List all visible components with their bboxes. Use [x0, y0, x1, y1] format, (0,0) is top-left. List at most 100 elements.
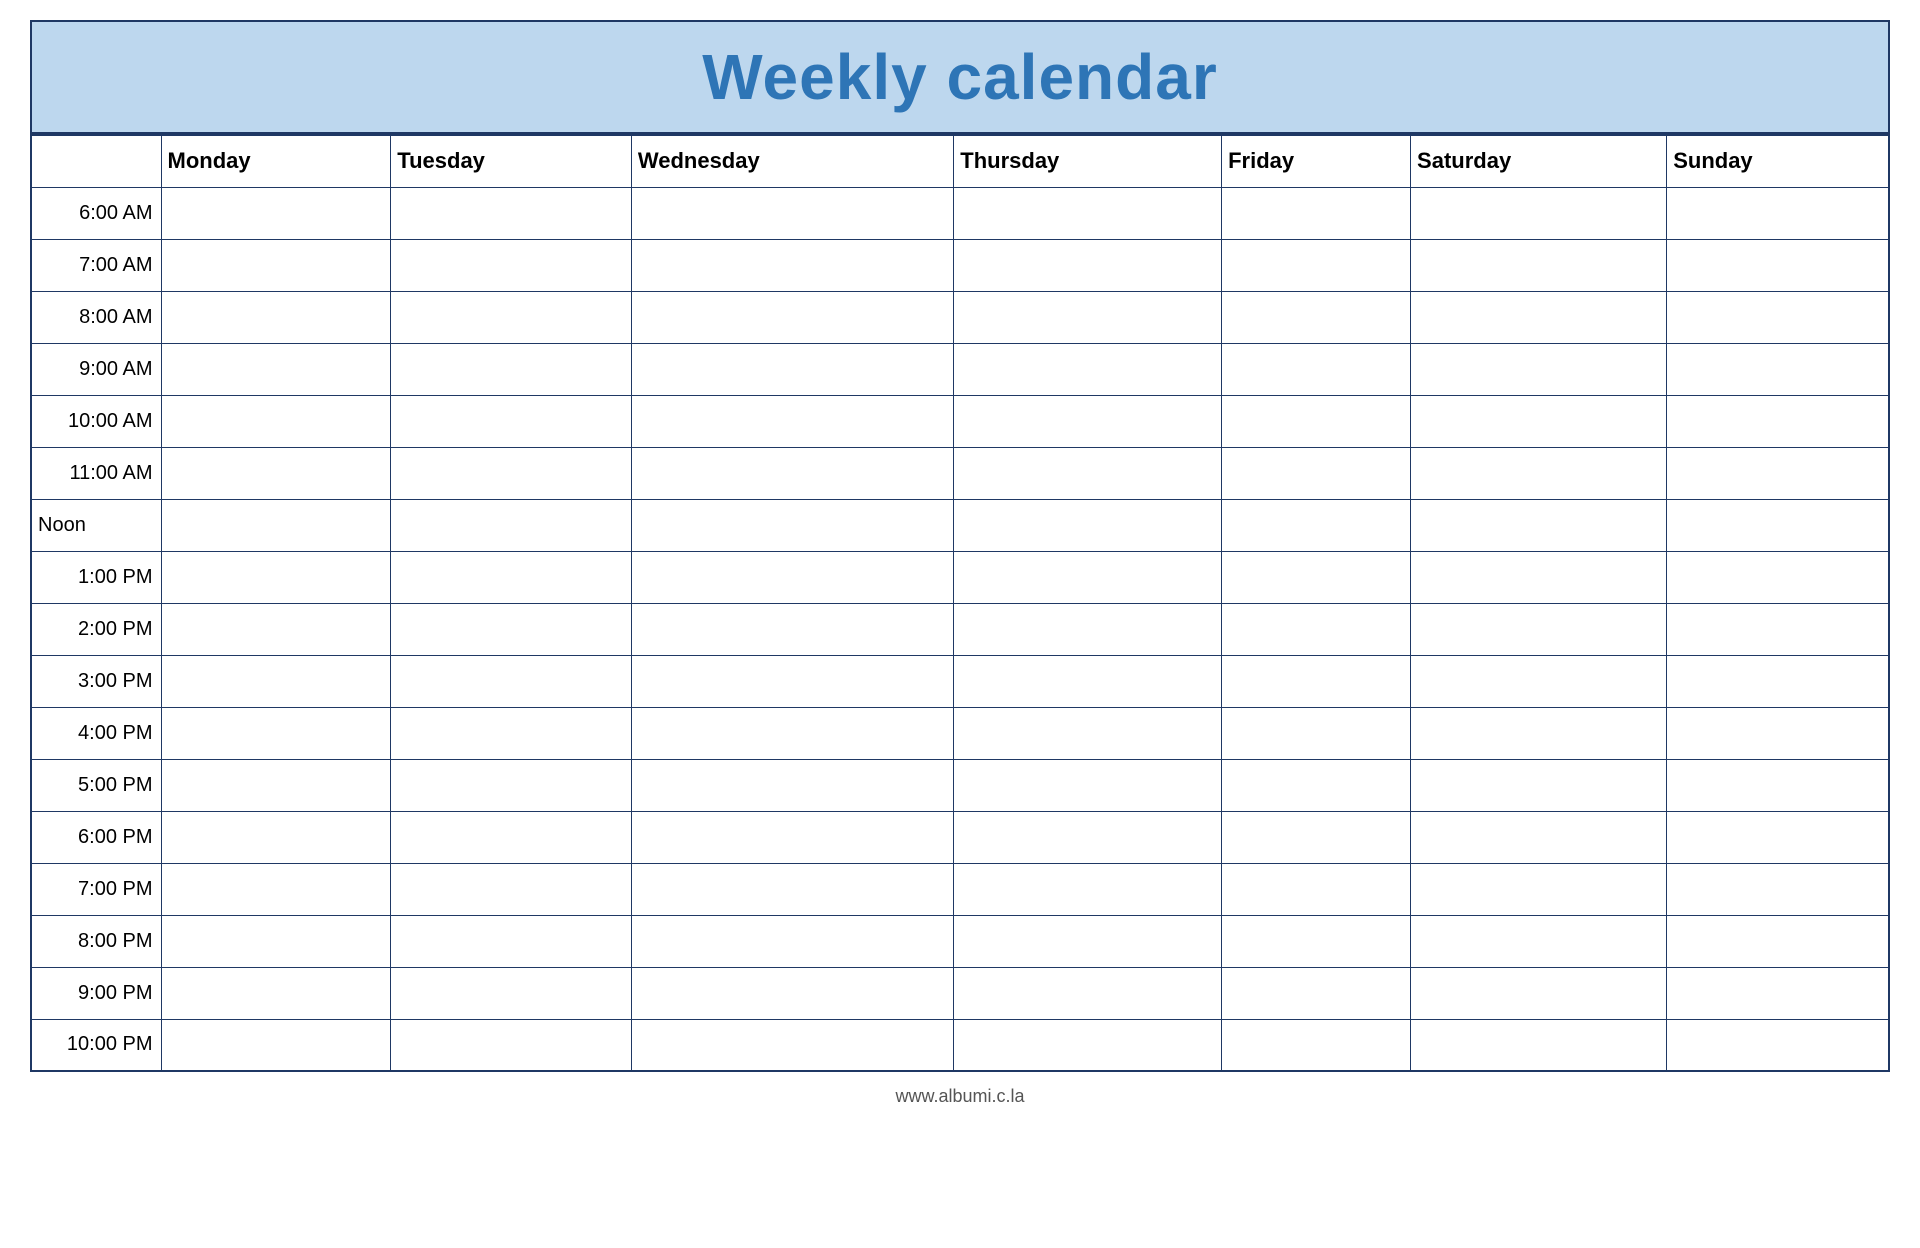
- calendar-cell[interactable]: [1411, 863, 1667, 915]
- calendar-cell[interactable]: [391, 187, 632, 239]
- calendar-cell[interactable]: [161, 395, 391, 447]
- calendar-cell[interactable]: [1411, 707, 1667, 759]
- calendar-cell[interactable]: [1667, 863, 1889, 915]
- calendar-cell[interactable]: [391, 1019, 632, 1071]
- calendar-cell[interactable]: [161, 239, 391, 291]
- calendar-cell[interactable]: [954, 343, 1222, 395]
- calendar-cell[interactable]: [631, 395, 953, 447]
- calendar-cell[interactable]: [1411, 187, 1667, 239]
- calendar-cell[interactable]: [631, 291, 953, 343]
- calendar-cell[interactable]: [161, 863, 391, 915]
- calendar-cell[interactable]: [1411, 655, 1667, 707]
- calendar-cell[interactable]: [631, 187, 953, 239]
- calendar-cell[interactable]: [391, 395, 632, 447]
- calendar-cell[interactable]: [1222, 291, 1411, 343]
- calendar-cell[interactable]: [1222, 551, 1411, 603]
- calendar-cell[interactable]: [1667, 187, 1889, 239]
- calendar-cell[interactable]: [954, 395, 1222, 447]
- calendar-cell[interactable]: [161, 499, 391, 551]
- calendar-cell[interactable]: [1222, 395, 1411, 447]
- calendar-cell[interactable]: [1667, 707, 1889, 759]
- calendar-cell[interactable]: [631, 447, 953, 499]
- calendar-cell[interactable]: [1222, 239, 1411, 291]
- calendar-cell[interactable]: [631, 967, 953, 1019]
- calendar-cell[interactable]: [631, 759, 953, 811]
- calendar-cell[interactable]: [1667, 499, 1889, 551]
- calendar-cell[interactable]: [1667, 603, 1889, 655]
- calendar-cell[interactable]: [391, 915, 632, 967]
- calendar-cell[interactable]: [161, 551, 391, 603]
- calendar-cell[interactable]: [954, 239, 1222, 291]
- calendar-cell[interactable]: [954, 551, 1222, 603]
- calendar-cell[interactable]: [1667, 1019, 1889, 1071]
- calendar-cell[interactable]: [1222, 655, 1411, 707]
- calendar-cell[interactable]: [1411, 759, 1667, 811]
- calendar-cell[interactable]: [631, 603, 953, 655]
- calendar-cell[interactable]: [1222, 343, 1411, 395]
- calendar-cell[interactable]: [1222, 863, 1411, 915]
- calendar-cell[interactable]: [161, 915, 391, 967]
- calendar-cell[interactable]: [1667, 915, 1889, 967]
- calendar-cell[interactable]: [391, 759, 632, 811]
- calendar-cell[interactable]: [161, 447, 391, 499]
- calendar-cell[interactable]: [391, 239, 632, 291]
- calendar-cell[interactable]: [631, 499, 953, 551]
- calendar-cell[interactable]: [1411, 343, 1667, 395]
- calendar-cell[interactable]: [391, 343, 632, 395]
- calendar-cell[interactable]: [1222, 759, 1411, 811]
- calendar-cell[interactable]: [391, 603, 632, 655]
- calendar-cell[interactable]: [1411, 395, 1667, 447]
- calendar-cell[interactable]: [631, 707, 953, 759]
- calendar-cell[interactable]: [1222, 447, 1411, 499]
- calendar-cell[interactable]: [1222, 915, 1411, 967]
- calendar-cell[interactable]: [161, 291, 391, 343]
- calendar-cell[interactable]: [954, 1019, 1222, 1071]
- calendar-cell[interactable]: [161, 811, 391, 863]
- calendar-cell[interactable]: [631, 551, 953, 603]
- calendar-cell[interactable]: [391, 707, 632, 759]
- calendar-cell[interactable]: [1411, 603, 1667, 655]
- calendar-cell[interactable]: [1222, 499, 1411, 551]
- calendar-cell[interactable]: [391, 499, 632, 551]
- calendar-cell[interactable]: [161, 187, 391, 239]
- calendar-cell[interactable]: [954, 655, 1222, 707]
- calendar-cell[interactable]: [954, 915, 1222, 967]
- calendar-cell[interactable]: [631, 655, 953, 707]
- calendar-cell[interactable]: [391, 551, 632, 603]
- calendar-cell[interactable]: [1667, 239, 1889, 291]
- calendar-cell[interactable]: [1411, 239, 1667, 291]
- calendar-cell[interactable]: [954, 603, 1222, 655]
- calendar-cell[interactable]: [954, 811, 1222, 863]
- calendar-cell[interactable]: [391, 863, 632, 915]
- calendar-cell[interactable]: [161, 655, 391, 707]
- calendar-cell[interactable]: [1222, 967, 1411, 1019]
- calendar-cell[interactable]: [631, 239, 953, 291]
- calendar-cell[interactable]: [1667, 395, 1889, 447]
- calendar-cell[interactable]: [631, 863, 953, 915]
- calendar-cell[interactable]: [954, 967, 1222, 1019]
- calendar-cell[interactable]: [1411, 967, 1667, 1019]
- calendar-cell[interactable]: [954, 499, 1222, 551]
- calendar-cell[interactable]: [1667, 655, 1889, 707]
- calendar-cell[interactable]: [954, 863, 1222, 915]
- calendar-cell[interactable]: [1411, 499, 1667, 551]
- calendar-cell[interactable]: [1667, 343, 1889, 395]
- calendar-cell[interactable]: [1411, 1019, 1667, 1071]
- calendar-cell[interactable]: [1411, 447, 1667, 499]
- calendar-cell[interactable]: [1667, 447, 1889, 499]
- calendar-cell[interactable]: [1667, 967, 1889, 1019]
- calendar-cell[interactable]: [391, 447, 632, 499]
- calendar-cell[interactable]: [631, 1019, 953, 1071]
- calendar-cell[interactable]: [161, 1019, 391, 1071]
- calendar-cell[interactable]: [161, 603, 391, 655]
- calendar-cell[interactable]: [1411, 551, 1667, 603]
- calendar-cell[interactable]: [1411, 291, 1667, 343]
- calendar-cell[interactable]: [1667, 551, 1889, 603]
- calendar-cell[interactable]: [161, 759, 391, 811]
- calendar-cell[interactable]: [391, 967, 632, 1019]
- calendar-cell[interactable]: [954, 759, 1222, 811]
- calendar-cell[interactable]: [1222, 1019, 1411, 1071]
- calendar-cell[interactable]: [1222, 187, 1411, 239]
- calendar-cell[interactable]: [631, 915, 953, 967]
- calendar-cell[interactable]: [1222, 603, 1411, 655]
